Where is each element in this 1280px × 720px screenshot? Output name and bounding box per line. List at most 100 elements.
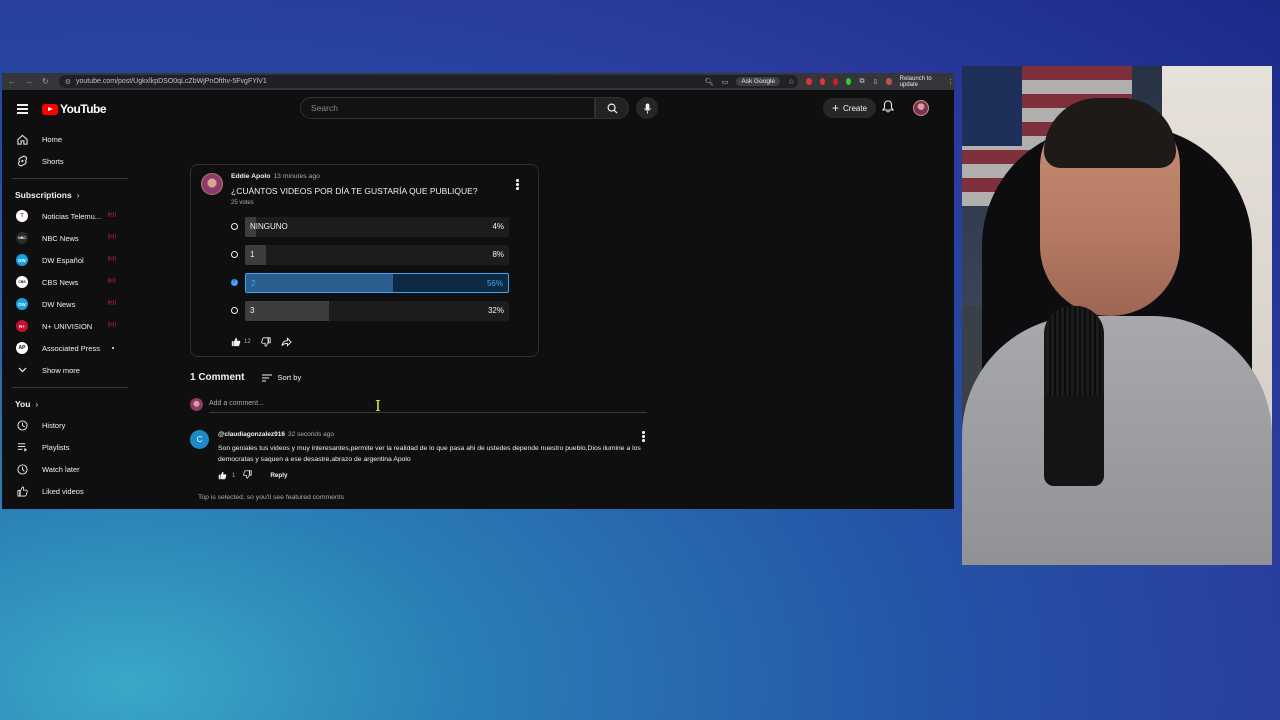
poll-option[interactable]: 1 8% bbox=[231, 245, 509, 265]
community-post: Eddie Apolo 13 minutes ago ¿CUÁNTOS VIDEO… bbox=[190, 164, 539, 357]
voice-search-button[interactable] bbox=[636, 97, 658, 119]
poll-option-percent: 4% bbox=[492, 222, 504, 231]
add-comment-input[interactable]: Add a comment... bbox=[209, 400, 264, 407]
search-input[interactable]: Search bbox=[300, 97, 595, 119]
sidebar-item-shorts[interactable]: Shorts bbox=[2, 150, 130, 172]
subscriptions-title: Subscriptions bbox=[15, 190, 72, 200]
search-button[interactable] bbox=[595, 97, 629, 119]
sidebar-item-label: Liked videos bbox=[42, 486, 84, 496]
poll-vote-count: 25 votes bbox=[231, 200, 254, 206]
sidebar-item-subscription[interactable]: DW DW Español bbox=[2, 249, 130, 271]
poll-option-label: NINGUNO bbox=[250, 222, 288, 231]
microphone-icon bbox=[643, 102, 651, 114]
live-icon bbox=[108, 256, 116, 262]
sidebar-item-subscription[interactable]: DW DW News bbox=[2, 293, 130, 315]
address-bar-actions: 🔍︎ ▭ Ask Google ☆ bbox=[705, 77, 798, 86]
cast-icon[interactable]: ▭ bbox=[722, 78, 729, 86]
download-icon[interactable]: ⇩ bbox=[872, 78, 878, 86]
sidebar-item-subscription[interactable]: T Noticias Telemu... bbox=[2, 205, 130, 227]
poll-option[interactable]: NINGUNO 4% bbox=[231, 217, 509, 237]
comment-more-icon[interactable] bbox=[642, 431, 645, 443]
comment-author-line: @claudiagonzalez916 32 seconds ago bbox=[218, 431, 334, 438]
radio-button[interactable] bbox=[231, 307, 238, 314]
commenter-avatar[interactable]: C bbox=[190, 430, 209, 449]
sidebar-item-label: Playlists bbox=[42, 442, 70, 452]
extension-icon[interactable] bbox=[846, 78, 852, 85]
sort-by-button[interactable]: Sort by bbox=[262, 373, 301, 382]
back-icon[interactable]: ← bbox=[8, 77, 16, 86]
bookmark-star-icon[interactable]: ☆ bbox=[788, 78, 794, 86]
poll-option-label: 3 bbox=[250, 306, 255, 315]
sidebar-item-label: Associated Press bbox=[42, 343, 100, 353]
hamburger-menu-icon[interactable] bbox=[17, 104, 28, 114]
sidebar-item-liked-videos[interactable]: Liked videos bbox=[2, 480, 130, 502]
youtube-header: YouTube Search + Create bbox=[2, 90, 954, 128]
relaunch-button[interactable]: Relaunch to update bbox=[900, 76, 939, 88]
profile-avatar-icon[interactable] bbox=[886, 78, 892, 85]
chrome-menu-icon[interactable]: ⋮ bbox=[947, 78, 954, 86]
logo-text: YouTube bbox=[60, 102, 107, 116]
more-options-icon[interactable] bbox=[516, 179, 519, 191]
address-bar[interactable]: ⚙ youtube.com/post/UgkxlkpDSO0qLcZbWjPnO… bbox=[58, 75, 799, 88]
poll-option-percent: 56% bbox=[486, 279, 503, 288]
comment-author[interactable]: @claudiagonzalez916 bbox=[218, 431, 285, 438]
sidebar-item-subscription[interactable]: NBC NBC News bbox=[2, 227, 130, 249]
create-button[interactable]: + Create bbox=[823, 98, 877, 118]
sidebar-item-history[interactable]: History bbox=[2, 414, 130, 436]
extension-icon[interactable] bbox=[806, 78, 812, 85]
browser-window: ← → ↻ ⚙ youtube.com/post/UgkxlkpDSO0qLcZ… bbox=[2, 73, 954, 509]
dislike-button[interactable] bbox=[260, 337, 271, 347]
sidebar-item-home[interactable]: Home bbox=[2, 128, 130, 150]
live-icon bbox=[108, 212, 116, 218]
reload-icon[interactable]: ↻ bbox=[42, 77, 49, 86]
show-more-button[interactable]: Show more bbox=[2, 359, 130, 381]
url-text[interactable]: youtube.com/post/UgkxlkpDSO0qLcZbWjPnOft… bbox=[76, 78, 267, 85]
poll-option[interactable]: 2 56% bbox=[231, 273, 509, 293]
sidebar-item-label: NBC News bbox=[42, 233, 79, 243]
share-button[interactable] bbox=[281, 337, 292, 347]
sidebar-item-subscription[interactable]: AP Associated Press bbox=[2, 337, 130, 359]
extension-icon[interactable] bbox=[819, 78, 825, 85]
sidebar-item-watch-later[interactable]: Watch later bbox=[2, 458, 130, 480]
poll-option-bar: 3 32% bbox=[245, 301, 509, 321]
forward-icon[interactable]: → bbox=[25, 77, 33, 86]
home-icon bbox=[16, 133, 28, 145]
comment-dislike-button[interactable] bbox=[243, 470, 252, 481]
sidebar-item-subscription[interactable]: CBS CBS News bbox=[2, 271, 130, 293]
like-count: 12 bbox=[244, 339, 251, 345]
shorts-icon bbox=[16, 155, 28, 167]
zoom-icon[interactable]: 🔍︎ bbox=[705, 78, 714, 86]
sort-by-label: Sort by bbox=[277, 373, 302, 382]
radio-button[interactable] bbox=[231, 223, 238, 230]
like-button[interactable]: 12 bbox=[231, 337, 251, 347]
chevron-right-icon: › bbox=[76, 190, 80, 200]
subscriptions-heading[interactable]: Subscriptions › bbox=[2, 185, 130, 205]
extension-icon[interactable] bbox=[832, 78, 839, 85]
post-actions: 12 bbox=[231, 337, 302, 347]
ask-google-button[interactable]: Ask Google bbox=[736, 77, 781, 86]
reply-button[interactable]: Reply bbox=[270, 472, 287, 479]
add-comment-box[interactable]: Add a comment... bbox=[190, 398, 647, 413]
puzzle-icon[interactable]: ⧉ bbox=[859, 78, 864, 86]
site-info-icon[interactable]: ⚙ bbox=[65, 78, 71, 86]
poll-option[interactable]: 3 32% bbox=[231, 301, 509, 321]
sidebar-divider bbox=[12, 178, 128, 179]
radio-button[interactable] bbox=[231, 278, 238, 286]
avatar bbox=[190, 398, 203, 411]
chevron-right-icon: › bbox=[35, 399, 39, 409]
poll-option-fill bbox=[245, 245, 267, 265]
post-author-avatar[interactable] bbox=[201, 173, 223, 195]
sidebar-item-label: Watch later bbox=[42, 464, 80, 474]
notifications-bell-icon[interactable] bbox=[881, 100, 895, 118]
youtube-logo[interactable]: YouTube bbox=[42, 102, 107, 116]
account-avatar[interactable] bbox=[913, 100, 929, 116]
live-icon bbox=[108, 322, 116, 328]
sidebar-item-subscription[interactable]: N+ N+ UNIVISION bbox=[2, 315, 130, 337]
comment-time[interactable]: 32 seconds ago bbox=[288, 431, 334, 438]
you-heading[interactable]: You › bbox=[2, 394, 130, 414]
sidebar-item-playlists[interactable]: Playlists bbox=[2, 436, 130, 458]
comment-like-button[interactable]: 1 bbox=[218, 471, 235, 480]
comment-like-count: 1 bbox=[232, 472, 236, 479]
radio-button[interactable] bbox=[231, 251, 238, 258]
post-author-name[interactable]: Eddie Apolo bbox=[231, 173, 270, 180]
